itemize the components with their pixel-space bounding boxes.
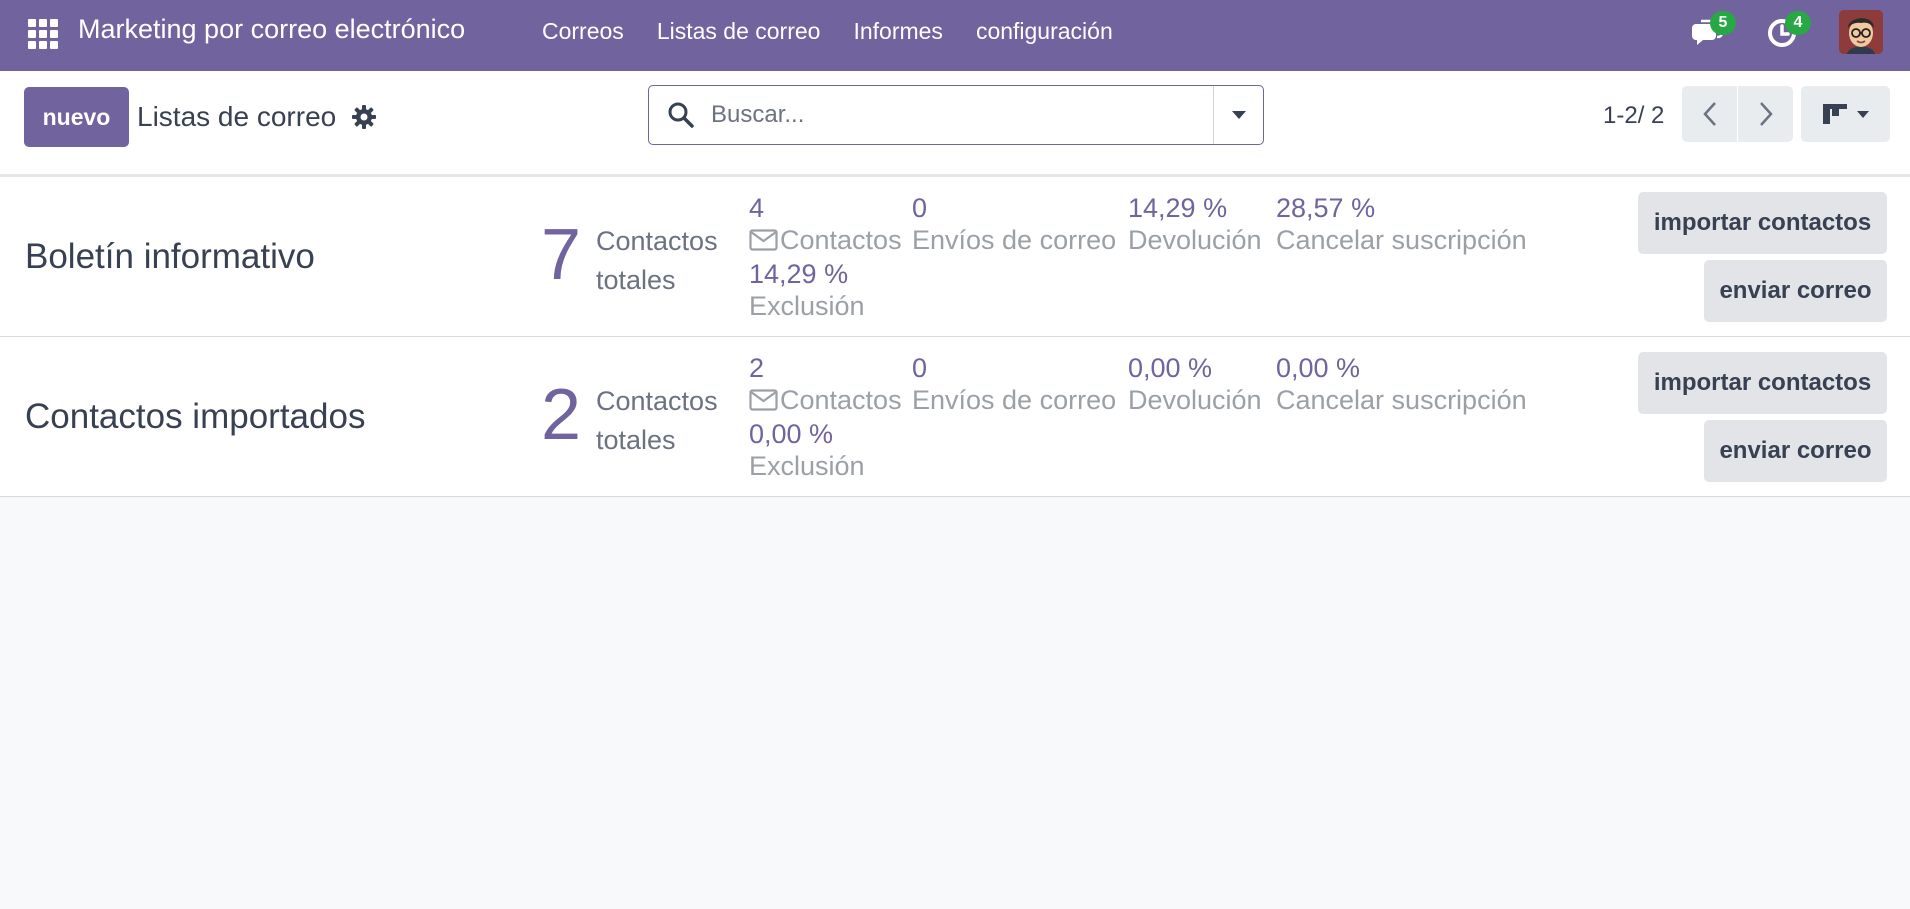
caret-down-icon: [1856, 110, 1869, 118]
breadcrumb: Listas de correo: [137, 101, 337, 132]
stat-value: 2: [749, 353, 765, 383]
envelope-icon: [749, 229, 778, 251]
stat-label: Contactos: [780, 225, 902, 255]
stat-value: 0: [912, 193, 928, 223]
app-title[interactable]: Marketing por correo electrónico: [78, 14, 465, 45]
stat-label: Cancelar suscripción: [1276, 385, 1527, 415]
total-contacts-label: Contactos totales: [596, 386, 718, 455]
envelope-icon: [749, 389, 778, 411]
stat-contacts[interactable]: 2 Contactos: [749, 352, 902, 416]
gear-icon[interactable]: [351, 104, 377, 130]
stat-label: Envíos de correo: [912, 225, 1117, 255]
total-contacts-count[interactable]: 7: [541, 219, 581, 291]
mailing-list-name[interactable]: Boletín informativo: [25, 237, 315, 277]
send-mailing-button[interactable]: enviar correo: [1704, 260, 1887, 322]
new-button[interactable]: nuevo: [24, 87, 129, 147]
top-navbar: Marketing por correo electrónico Correos…: [0, 0, 1910, 71]
stat-unsubscribe[interactable]: 0,00 % Cancelar suscripción: [1276, 352, 1527, 416]
messages-icon[interactable]: 5: [1690, 11, 1736, 50]
pager-value[interactable]: 1-2/ 2: [1603, 102, 1664, 130]
total-contacts-count[interactable]: 2: [541, 379, 581, 451]
menu-item-listas-de-correo[interactable]: Listas de correo: [657, 18, 821, 45]
pager-next-button[interactable]: [1738, 86, 1793, 142]
stat-exclusion[interactable]: 0,00 % Exclusión: [749, 418, 865, 482]
stat-bounce[interactable]: 0,00 % Devolución: [1128, 352, 1262, 416]
pager-previous-button[interactable]: [1682, 86, 1737, 142]
list-item[interactable]: Contactos importados 2 Contactos totales…: [0, 337, 1910, 497]
stat-label: Envíos de correo: [912, 385, 1117, 415]
main-menu: Correos Listas de correo Informes config…: [542, 18, 1146, 45]
stat-value: 0,00 %: [1276, 353, 1361, 383]
stat-value: 0,00 %: [1128, 353, 1213, 383]
stat-mailings[interactable]: 0 Envíos de correo: [912, 352, 1116, 416]
activities-badge: 4: [1785, 11, 1811, 35]
messages-badge: 5: [1710, 11, 1736, 35]
stat-contacts[interactable]: 4 Contactos: [749, 192, 902, 256]
apps-menu-icon[interactable]: [25, 16, 58, 49]
stat-label: Devolución: [1128, 225, 1262, 255]
stat-unsubscribe[interactable]: 28,57 % Cancelar suscripción: [1276, 192, 1527, 256]
mailing-list-name[interactable]: Contactos importados: [25, 397, 365, 437]
mailing-list-records: Boletín informativo 7 Contactos totales …: [0, 177, 1910, 497]
stat-bounce[interactable]: 14,29 % Devolución: [1128, 192, 1262, 256]
stat-mailings[interactable]: 0 Envíos de correo: [912, 192, 1116, 256]
stat-label: Devolución: [1128, 385, 1262, 415]
stat-value: 28,57 %: [1276, 193, 1376, 223]
caret-down-icon: [1231, 111, 1246, 119]
import-contacts-button[interactable]: importar contactos: [1638, 352, 1887, 414]
search-options-toggle[interactable]: [1213, 86, 1263, 144]
stat-label: Contactos: [780, 385, 902, 415]
send-mailing-button[interactable]: enviar correo: [1704, 420, 1887, 482]
menu-item-correos[interactable]: Correos: [542, 18, 624, 45]
kanban-icon: [1822, 104, 1847, 124]
user-avatar[interactable]: [1839, 10, 1883, 54]
search-bar: [648, 85, 1264, 145]
list-item[interactable]: Boletín informativo 7 Contactos totales …: [0, 177, 1910, 337]
kanban-view-switcher[interactable]: [1801, 86, 1890, 142]
stat-value: 14,29 %: [749, 259, 849, 289]
total-contacts-label: Contactos totales: [596, 226, 718, 295]
search-input[interactable]: [711, 96, 1161, 134]
menu-item-informes[interactable]: Informes: [853, 18, 942, 45]
stat-value: 0,00 %: [749, 419, 834, 449]
stat-label: Cancelar suscripción: [1276, 225, 1527, 255]
stat-label: Exclusión: [749, 451, 865, 481]
stat-value: 0: [912, 353, 928, 383]
search-icon: [667, 101, 695, 129]
import-contacts-button[interactable]: importar contactos: [1638, 192, 1887, 254]
activities-clock-icon[interactable]: 4: [1765, 11, 1811, 50]
menu-item-configuracion[interactable]: configuración: [976, 18, 1113, 45]
chevron-left-icon: [1702, 102, 1716, 126]
stat-value: 4: [749, 193, 765, 223]
stat-label: Exclusión: [749, 291, 865, 321]
chevron-right-icon: [1759, 102, 1773, 126]
control-panel: nuevo Listas de correo Buscar... 1-2/ 2: [0, 71, 1910, 177]
stat-exclusion[interactable]: 14,29 % Exclusión: [749, 258, 865, 322]
stat-value: 14,29 %: [1128, 193, 1228, 223]
